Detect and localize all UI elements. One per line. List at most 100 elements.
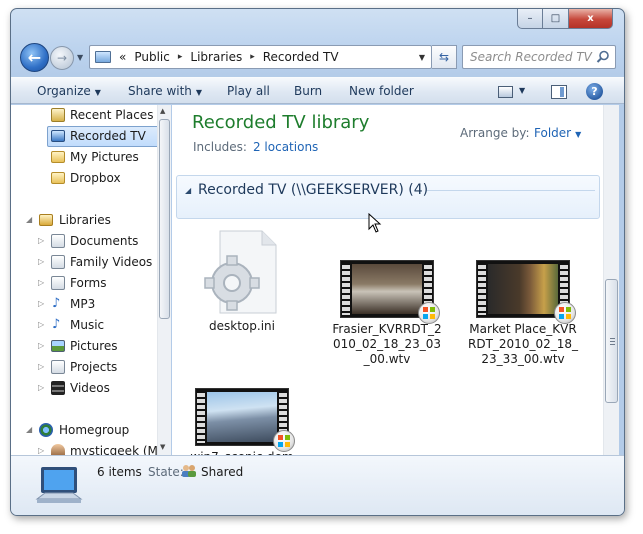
sidebar-item-recorded-tv[interactable]: Recorded TV bbox=[11, 126, 159, 147]
file-item[interactable]: desktop.ini bbox=[187, 229, 297, 334]
address-segment-libraries[interactable]: Libraries bbox=[190, 50, 242, 64]
sidebar-item-forms[interactable]: ▷ Forms bbox=[11, 273, 157, 294]
file-list-pane: Recorded TV library Includes: 2 locations… bbox=[172, 105, 603, 455]
search-icon[interactable] bbox=[596, 50, 610, 64]
refresh-button[interactable]: ⇆ bbox=[432, 45, 457, 69]
search-input[interactable]: Search Recorded TV bbox=[462, 45, 616, 69]
forward-button[interactable]: → bbox=[50, 46, 74, 70]
film-sprockets bbox=[342, 263, 350, 315]
computer-icon bbox=[95, 51, 111, 63]
sidebar-item-pictures[interactable]: ▷ Pictures bbox=[11, 336, 157, 357]
sidebar-item-documents[interactable]: ▷ Documents bbox=[11, 231, 157, 252]
music-library-icon: ♪ bbox=[52, 296, 61, 311]
chevron-down-icon[interactable]: ▼ bbox=[519, 86, 525, 95]
address-separator[interactable]: ▸ bbox=[250, 52, 255, 62]
file-thumbnail bbox=[476, 260, 576, 324]
locations-link[interactable]: 2 locations bbox=[253, 140, 318, 154]
group-label: Recorded TV (\\GEEKSERVER) (4) bbox=[198, 182, 429, 198]
navigation-scrollbar[interactable]: ▲ ▼ bbox=[157, 105, 171, 455]
content-scrollbar[interactable] bbox=[603, 105, 619, 455]
sidebar-item-dropbox[interactable]: Dropbox bbox=[11, 168, 157, 189]
arrange-by-dropdown[interactable]: Folder ▼ bbox=[534, 126, 581, 140]
content-scroll-thumb[interactable] bbox=[605, 279, 618, 403]
collapsed-triangle-icon[interactable]: ▷ bbox=[38, 299, 44, 308]
file-item[interactable]: Frasier_KVRRDT_2010_02_18_23_03_00.wtv bbox=[332, 260, 442, 367]
sidebar-item-family-videos[interactable]: ▷ Family Videos bbox=[11, 252, 157, 273]
address-bar[interactable]: « Public ▸ Libraries ▸ Recorded TV ▼ bbox=[89, 45, 432, 69]
navigation-scroll-thumb[interactable] bbox=[159, 119, 170, 319]
back-button[interactable]: ← bbox=[20, 43, 49, 72]
file-item[interactable]: win7_scenic-dem bbox=[187, 388, 297, 455]
group-header[interactable]: ◢ Recorded TV (\\GEEKSERVER) (4) bbox=[176, 175, 600, 219]
collapsed-triangle-icon[interactable]: ▷ bbox=[38, 257, 44, 266]
file-thumbnail bbox=[202, 229, 282, 315]
sidebar-item-libraries[interactable]: ◢ Libraries bbox=[11, 210, 157, 231]
sidebar-item-mp3[interactable]: ▷ ♪ MP3 bbox=[11, 294, 157, 315]
address-separator[interactable]: ▸ bbox=[178, 52, 183, 62]
collapsed-triangle-icon[interactable]: ▷ bbox=[38, 446, 44, 455]
collapsed-triangle-icon[interactable]: ▷ bbox=[38, 236, 44, 245]
item-count: 6 items bbox=[97, 465, 142, 479]
library-includes: Includes: 2 locations bbox=[193, 140, 318, 154]
sidebar-item-recent-places[interactable]: Recent Places bbox=[11, 105, 157, 126]
recent-pages-dropdown[interactable]: ▼ bbox=[77, 53, 83, 62]
burn-button[interactable]: Burn bbox=[294, 84, 322, 98]
minimize-button[interactable]: – bbox=[517, 9, 543, 29]
recorded-tv-icon bbox=[51, 130, 65, 142]
address-overflow[interactable]: « bbox=[119, 50, 126, 64]
sidebar-item-label: Libraries bbox=[59, 213, 111, 227]
expanded-triangle-icon[interactable]: ◢ bbox=[26, 215, 32, 224]
organize-label: Organize bbox=[37, 84, 91, 98]
caption-buttons: – □ x bbox=[517, 9, 613, 29]
documents-library-icon bbox=[51, 276, 65, 290]
change-view-icon[interactable] bbox=[498, 86, 513, 98]
maximize-button[interactable]: □ bbox=[543, 9, 569, 29]
address-segment-public[interactable]: Public bbox=[134, 50, 170, 64]
pictures-library-icon bbox=[51, 340, 65, 352]
preview-pane-icon[interactable] bbox=[551, 85, 567, 99]
collapsed-triangle-icon[interactable]: ▷ bbox=[38, 362, 44, 371]
expanded-triangle-icon[interactable]: ◢ bbox=[26, 425, 32, 434]
collapsed-triangle-icon[interactable]: ▷ bbox=[38, 320, 44, 329]
collapse-group-icon[interactable]: ◢ bbox=[185, 186, 191, 195]
chevron-down-icon: ▼ bbox=[195, 88, 203, 97]
share-with-button[interactable]: Share with ▼ bbox=[128, 84, 202, 98]
sidebar-item-user[interactable]: ▷ mysticgeek (MY bbox=[11, 441, 165, 455]
close-button[interactable]: x bbox=[569, 9, 613, 29]
address-dropdown[interactable]: ▼ bbox=[419, 53, 425, 62]
video-frame bbox=[488, 264, 558, 314]
windows-logo-icon bbox=[423, 307, 435, 319]
collapsed-triangle-icon[interactable]: ▷ bbox=[38, 278, 44, 287]
file-item[interactable]: Market Place_KVRRDT_2010_02_18_23_33_00.… bbox=[468, 260, 578, 367]
state-label: State: bbox=[148, 465, 184, 479]
search-placeholder: Search Recorded TV bbox=[470, 50, 592, 64]
play-all-button[interactable]: Play all bbox=[227, 84, 270, 98]
sidebar-item-label: Pictures bbox=[70, 339, 118, 353]
user-icon bbox=[51, 444, 65, 455]
sidebar-item-my-pictures[interactable]: My Pictures bbox=[11, 147, 157, 168]
sidebar-item-homegroup[interactable]: ◢ Homegroup bbox=[11, 420, 157, 441]
file-thumbnail bbox=[195, 388, 295, 452]
sidebar-item-videos[interactable]: ▷ Videos bbox=[11, 378, 157, 399]
shared-users-icon bbox=[182, 465, 196, 477]
videos-library-icon bbox=[51, 381, 65, 395]
file-name: Frasier_KVRRDT_2010_02_18_23_03_00.wtv bbox=[332, 322, 442, 366]
sidebar-item-music[interactable]: ▷ ♪ Music bbox=[11, 315, 157, 336]
documents-library-icon bbox=[51, 234, 65, 248]
address-segment-recorded-tv[interactable]: Recorded TV bbox=[263, 50, 339, 64]
sidebar-item-label: Forms bbox=[70, 276, 107, 290]
scroll-up-icon[interactable]: ▲ bbox=[160, 107, 165, 115]
file-name: Market Place_KVRRDT_2010_02_18_23_33_00.… bbox=[468, 322, 578, 366]
new-folder-button[interactable]: New folder bbox=[349, 84, 414, 98]
command-bar: Organize ▼ Share with ▼ Play all Burn New … bbox=[11, 77, 624, 104]
collapsed-triangle-icon[interactable]: ▷ bbox=[38, 383, 44, 392]
film-sprockets bbox=[197, 391, 205, 443]
scroll-down-icon[interactable]: ▼ bbox=[160, 443, 165, 451]
video-frame bbox=[352, 264, 422, 314]
sidebar-item-projects[interactable]: ▷ Projects bbox=[11, 357, 157, 378]
chevron-down-icon: ▼ bbox=[575, 130, 582, 139]
help-icon[interactable]: ? bbox=[586, 83, 603, 100]
collapsed-triangle-icon[interactable]: ▷ bbox=[38, 341, 44, 350]
organize-button[interactable]: Organize ▼ bbox=[37, 84, 101, 98]
documents-library-icon bbox=[51, 255, 65, 269]
